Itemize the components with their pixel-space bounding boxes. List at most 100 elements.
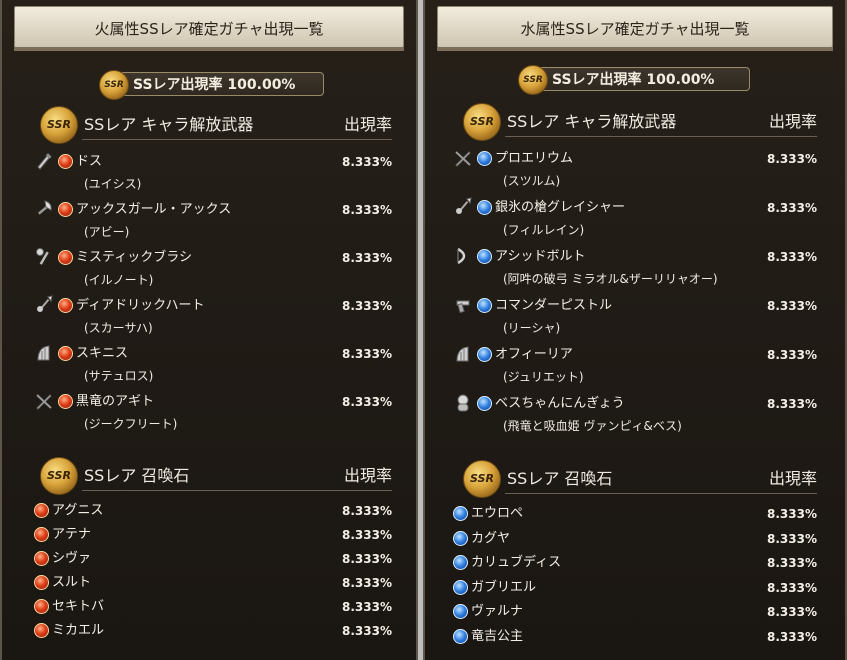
summon-rate: 8.333%	[767, 629, 817, 644]
water-element-icon	[477, 151, 492, 166]
character-name: (阿吽の破弓 ミラオル&ザーリリャオー)	[503, 272, 718, 286]
weapon-name: ミスティックブラシ	[76, 250, 192, 265]
summon-rate: 8.333%	[767, 507, 817, 521]
spear-icon	[453, 197, 473, 217]
summon-name: エウロペ	[471, 506, 524, 521]
ssr-badge-icon: SSR	[40, 457, 78, 495]
ssr-rate-text: SSレア出現率 100.00%	[552, 72, 715, 88]
summon-name: ミカエル	[52, 623, 105, 638]
fire-element-icon	[34, 503, 49, 518]
summon-name: ガブリエル	[471, 579, 537, 595]
ssr-badge-icon: SSR	[463, 103, 501, 141]
water-element-icon	[477, 347, 492, 362]
summon-name: アテナ	[52, 527, 92, 542]
weapon-row: アックスガール・アックス 8.333%	[34, 199, 392, 221]
water-element-icon	[453, 604, 468, 619]
character-name: (スカーサハ)	[84, 321, 153, 335]
summon-row: アグニス 8.333%	[34, 500, 392, 522]
divider	[505, 136, 817, 137]
weapon-rate: 8.333%	[342, 251, 392, 265]
ssr-badge-icon: SSR	[99, 70, 129, 100]
weapon-row: スキニス 8.333%	[34, 343, 392, 365]
summon-rate: 8.333%	[342, 600, 392, 614]
character-name: (イルノート)	[84, 273, 154, 287]
fire-element-icon	[34, 551, 49, 566]
weapon-rate: 8.333%	[342, 155, 392, 169]
weapon-rate: 8.333%	[767, 348, 817, 362]
ssr-badge-icon: SSR	[40, 106, 78, 144]
section-label: SSレア キャラ解放武器	[507, 112, 677, 131]
weapon-name: アックスガール・アックス	[76, 202, 232, 217]
fire-element-icon	[58, 346, 73, 361]
weapon-name: ディアドリックハート	[76, 298, 205, 313]
weapons-section-title: SSR SSレア キャラ解放武器 出現率	[463, 103, 817, 141]
weapon-rate: 8.333%	[767, 152, 817, 166]
gun-icon	[453, 295, 473, 315]
ssr-rate-text: SSレア出現率 100.00%	[133, 77, 296, 93]
weapon-name: ドス	[76, 154, 103, 169]
summon-rate: 8.333%	[342, 624, 392, 638]
weapon-rate: 8.333%	[767, 250, 817, 264]
character-name: (アビー)	[84, 225, 130, 239]
harp-icon	[34, 343, 54, 363]
summon-rate: 8.333%	[767, 556, 817, 570]
weapon-rate: 8.333%	[767, 201, 817, 215]
weapons-section-title: SSR SSレア キャラ解放武器 出現率	[40, 106, 392, 144]
weapon-row: ベスちゃんにんぎょう 8.333%	[453, 393, 817, 415]
bow-icon	[453, 246, 473, 266]
fire-element-icon	[58, 298, 73, 313]
rate-column-header: 出現率	[343, 115, 392, 134]
water-element-icon	[477, 396, 492, 411]
weapon-row: ディアドリックハート 8.333%	[34, 295, 392, 317]
water-element-icon	[453, 579, 468, 595]
summon-name: スルト	[52, 575, 92, 590]
summon-rate: 8.333%	[767, 580, 817, 595]
weapon-row: 黒竜のアギト 8.333%	[34, 391, 392, 413]
weapon-name: プロエリウム	[495, 151, 574, 166]
ssr-rate-pill: SSR SSレア出現率 100.00%	[518, 65, 750, 95]
panel-header: 水属性SSレア確定ガチャ出現一覧	[437, 6, 833, 51]
panel-header: 火属性SSレア確定ガチャ出現一覧	[14, 6, 404, 51]
summon-name: アグニス	[52, 503, 104, 518]
character-name: (ユイシス)	[84, 177, 142, 191]
character-name: (飛竜と吸血姫 ヴァンピィ&ベス)	[503, 419, 682, 433]
summon-row: アテナ 8.333%	[34, 524, 392, 546]
spear-icon	[34, 295, 54, 315]
summon-row: ガブリエル 8.333%	[453, 577, 817, 599]
fire-element-icon	[58, 202, 73, 217]
summon-row: カリュブディス 8.333%	[453, 552, 817, 574]
character-name: (ジークフリート)	[84, 417, 178, 431]
summon-name: カグヤ	[471, 530, 511, 546]
weapon-name: 黒竜のアギト	[76, 394, 155, 409]
summons-section-title: SSR SSレア 召喚石 出現率	[463, 460, 817, 498]
character-name: (ジュリエット)	[503, 370, 584, 384]
sword-icon	[34, 391, 54, 411]
rate-column-header: 出現率	[343, 466, 392, 485]
weapon-rate: 8.333%	[342, 299, 392, 313]
water-element-icon	[453, 530, 468, 546]
weapon-rate: 8.333%	[767, 299, 817, 313]
weapon-rate: 8.333%	[767, 397, 817, 411]
weapon-row: ドス 8.333%	[34, 151, 392, 173]
harp-icon	[453, 344, 473, 364]
ssr-rate-pill: SSR SSレア出現率 100.00%	[99, 70, 324, 100]
summon-row: シヴァ 8.333%	[34, 548, 392, 570]
water-element-icon	[453, 506, 468, 521]
fire-element-icon	[34, 527, 49, 542]
weapon-rate: 8.333%	[342, 395, 392, 409]
summon-rate: 8.333%	[342, 576, 392, 590]
summon-row: セキトバ 8.333%	[34, 596, 392, 618]
weapon-row: プロエリウム 8.333%	[453, 148, 817, 170]
fire-element-icon	[34, 599, 49, 614]
staff-icon	[34, 247, 54, 267]
weapon-row: アシッドボルト 8.333%	[453, 246, 817, 268]
rate-column-header: 出現率	[768, 469, 817, 488]
weapon-row: ミスティックブラシ 8.333%	[34, 247, 392, 269]
dagger-icon	[34, 151, 54, 171]
summon-rate: 8.333%	[342, 504, 392, 518]
weapon-row: 銀氷の槍グレイシャー 8.333%	[453, 197, 817, 219]
ssr-badge-icon: SSR	[518, 65, 548, 95]
section-label: SSレア 召喚石	[507, 469, 613, 488]
character-name: (サテュロス)	[84, 369, 154, 383]
summon-rate: 8.333%	[342, 552, 392, 566]
